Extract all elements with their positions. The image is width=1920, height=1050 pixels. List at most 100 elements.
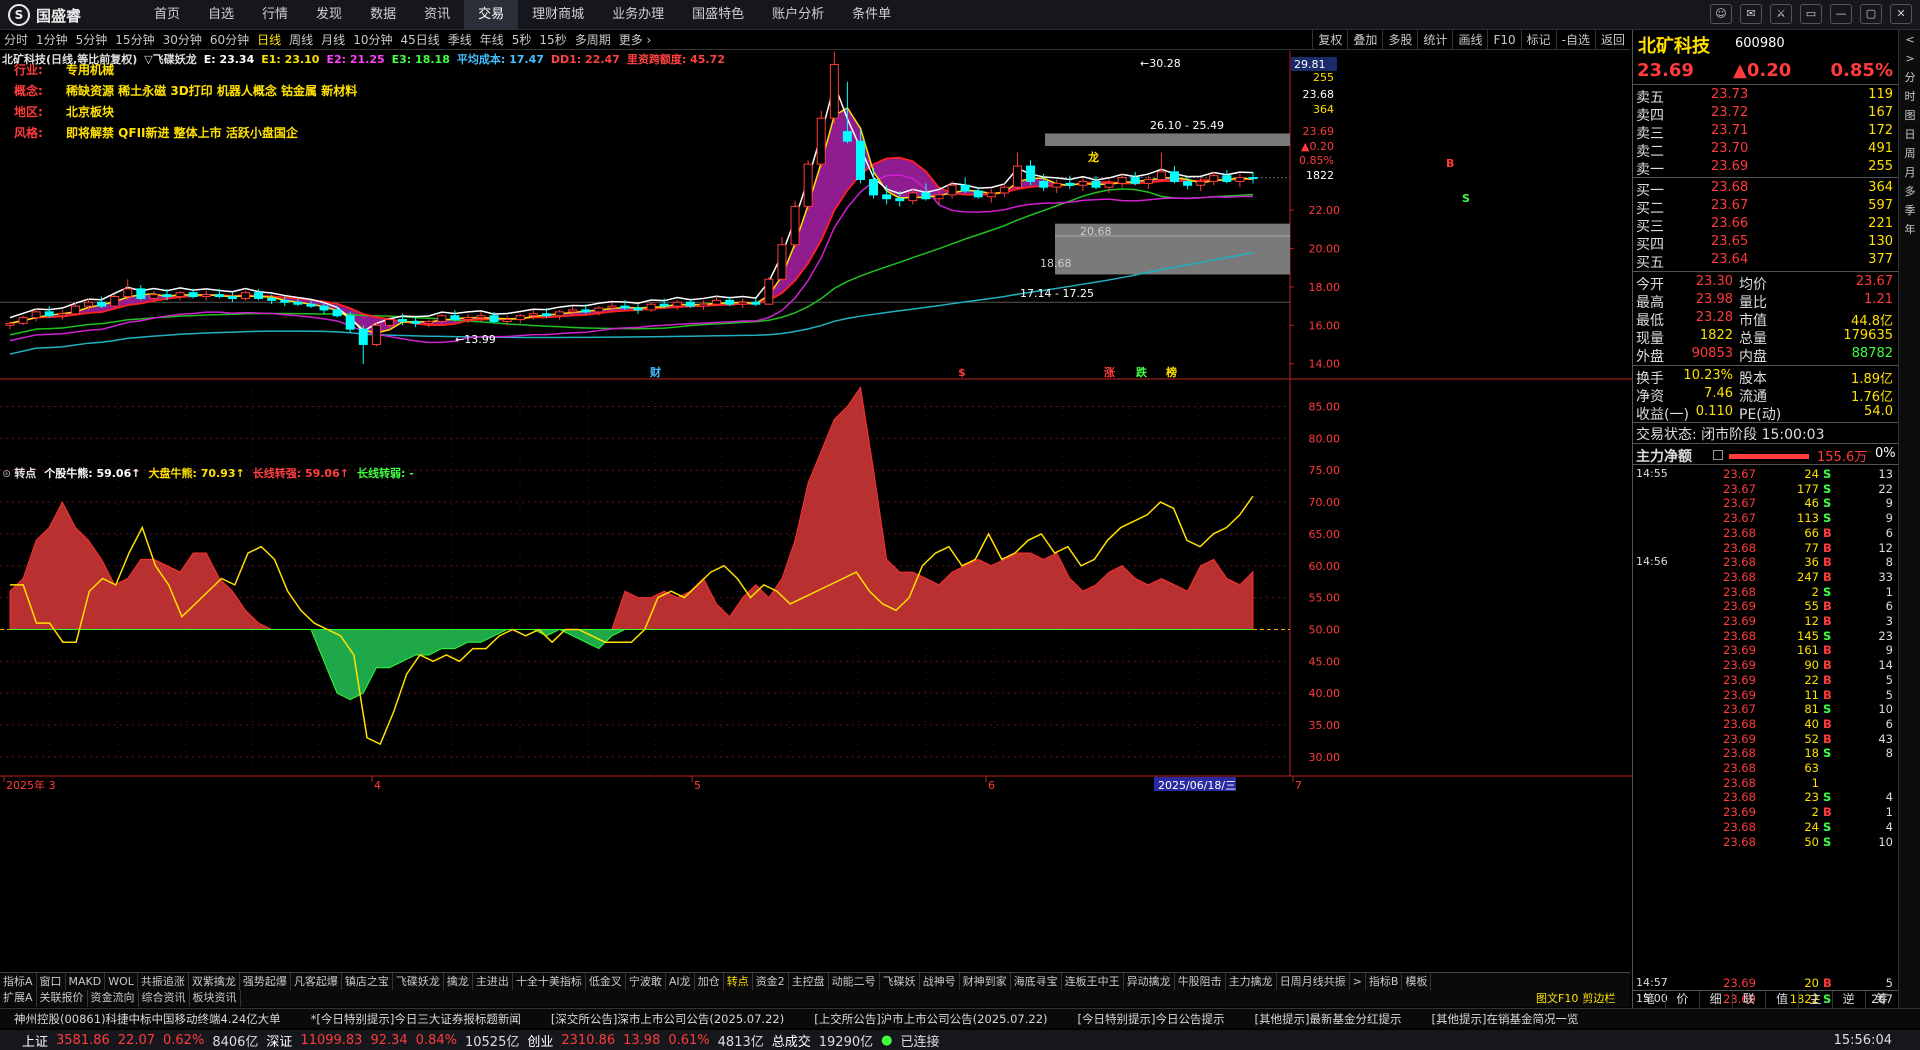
news-item[interactable]: [上交所公告]沪市上市公司公告(2025.07.22)	[814, 1011, 1047, 1027]
period-4[interactable]: 30分钟	[159, 31, 206, 48]
indicator-tab[interactable]: 窗口	[37, 973, 66, 990]
news-item[interactable]: [今日特别提示]今日公告提示	[1078, 1011, 1225, 1027]
tool-5[interactable]: F10	[1487, 30, 1520, 50]
indicator-tab[interactable]: 战神号	[920, 973, 960, 990]
nav-item-10[interactable]: 账户分析	[758, 0, 838, 30]
indicator-tab[interactable]: 低金叉	[586, 973, 626, 990]
trim-link[interactable]: 剪边栏	[1582, 990, 1615, 1006]
indicator-tab[interactable]: WOL	[105, 973, 138, 990]
period-14[interactable]: 15秒	[535, 31, 570, 48]
sidebar-item[interactable]: 月	[1899, 163, 1920, 182]
indicator-tab[interactable]: AI龙	[666, 973, 695, 990]
tools-icon[interactable]: ⚔	[1770, 4, 1792, 24]
sidebar-item[interactable]: <	[1899, 30, 1920, 49]
sidebar-item[interactable]: 日	[1899, 125, 1920, 144]
sidebar-item[interactable]: 年	[1899, 220, 1920, 239]
sidebar-item[interactable]: >	[1899, 49, 1920, 68]
nav-item-3[interactable]: 发现	[302, 0, 356, 30]
window-icon[interactable]: ▭	[1800, 4, 1822, 24]
news-item[interactable]: *[今日特别提示]今日三大证券报标题新闻	[311, 1011, 521, 1027]
indicator-tab[interactable]: 海底寻宝	[1011, 973, 1062, 990]
period-8[interactable]: 月线	[317, 31, 349, 48]
quote-tab[interactable]: 细	[1700, 991, 1733, 1008]
message-icon[interactable]: ✉	[1740, 4, 1762, 24]
period-10[interactable]: 45日线	[396, 31, 443, 48]
f10-link[interactable]: 图文F10	[1536, 990, 1578, 1006]
tool-8[interactable]: 返回	[1594, 30, 1630, 50]
news-item[interactable]: 神州控股(00861)科捷中标中国移动终端4.24亿大单	[14, 1011, 281, 1027]
sidebar-item[interactable]: 时	[1899, 87, 1920, 106]
indicator-tab[interactable]: 指标B	[1366, 973, 1403, 990]
tool-1[interactable]: 叠加	[1347, 30, 1382, 50]
period-9[interactable]: 10分钟	[349, 31, 396, 48]
indicator-tab[interactable]: 凡客起爆	[291, 973, 342, 990]
nav-item-0[interactable]: 首页	[140, 0, 194, 30]
period-2[interactable]: 5分钟	[72, 31, 112, 48]
indicator-tab[interactable]: 动能二号	[829, 973, 880, 990]
tool-2[interactable]: 多股	[1382, 30, 1417, 50]
sidebar-item[interactable]: 季	[1899, 201, 1920, 220]
period-11[interactable]: 季线	[444, 31, 476, 48]
news-item[interactable]: [其他提示]在销基金简况一览	[1431, 1011, 1578, 1027]
indicator-tab[interactable]: 主进出	[473, 973, 513, 990]
tool-3[interactable]: 统计	[1417, 30, 1452, 50]
indicator-tab[interactable]: 牛股阻击	[1175, 973, 1226, 990]
nav-item-4[interactable]: 数据	[356, 0, 410, 30]
indicator-tab[interactable]: 双紫擒龙	[189, 973, 240, 990]
quote-tab[interactable]: 主	[1799, 991, 1833, 1008]
indicator-tab[interactable]: 主控盘	[789, 973, 829, 990]
indicator-tab[interactable]: 异动擒龙	[1124, 973, 1175, 990]
nav-item-5[interactable]: 资讯	[410, 0, 464, 30]
indicator-tab[interactable]: >	[1350, 973, 1366, 990]
nav-item-11[interactable]: 条件单	[838, 0, 905, 30]
sidebar-item[interactable]: 分	[1899, 68, 1920, 87]
indicator-tab[interactable]: 共振追涨	[138, 973, 189, 990]
indicator-tab[interactable]: 转点	[724, 973, 753, 990]
quote-tab[interactable]: 价	[1666, 991, 1700, 1008]
news-item[interactable]: [其他提示]最新基金分红提示	[1254, 1011, 1401, 1027]
indicator-tab[interactable]: 强势起爆	[240, 973, 291, 990]
nav-item-2[interactable]: 行情	[248, 0, 302, 30]
quote-tab[interactable]: 值	[1766, 991, 1800, 1008]
indicator-settings-icon[interactable]: ⊙	[2, 467, 11, 480]
indicator-tab[interactable]: 宁波敢	[626, 973, 666, 990]
news-item[interactable]: [深交所公告]深市上市公司公告(2025.07.22)	[551, 1011, 784, 1027]
indicator-tab[interactable]: 指标A	[0, 973, 37, 990]
feedback-icon[interactable]: ☺	[1710, 4, 1732, 24]
mainflow-toggle-icon[interactable]	[1713, 450, 1723, 460]
indicator-tab[interactable]: 资金2	[753, 973, 789, 990]
quote-tab[interactable]: 笔	[1633, 991, 1667, 1008]
tool-4[interactable]: 画线	[1452, 30, 1487, 50]
period-3[interactable]: 15分钟	[111, 31, 158, 48]
indicator-tab[interactable]: 加仓	[695, 973, 724, 990]
minimize-icon[interactable]: —	[1830, 4, 1852, 24]
period-1[interactable]: 1分钟	[32, 31, 72, 48]
indicator-tab[interactable]: 日周月线共振	[1277, 973, 1350, 990]
period-6[interactable]: 日线	[253, 31, 285, 48]
indicator-tab[interactable]: 擒龙	[444, 973, 473, 990]
sidebar-item[interactable]: 多	[1899, 182, 1920, 201]
extension-tab[interactable]: 扩展A	[0, 990, 37, 1007]
nav-item-8[interactable]: 业务办理	[598, 0, 678, 30]
indicator-tab[interactable]: 飞碟妖龙	[393, 973, 444, 990]
indicator-tab[interactable]: 飞碟妖	[880, 973, 920, 990]
nav-item-6[interactable]: 交易	[464, 0, 519, 30]
tool-7[interactable]: -自选	[1555, 30, 1595, 50]
indicator-tab[interactable]: 模板	[1402, 973, 1432, 990]
period-13[interactable]: 5秒	[508, 31, 536, 48]
quote-tab[interactable]: 筹	[1866, 991, 1899, 1008]
indicator-tab[interactable]: 连板王中王	[1062, 973, 1124, 990]
indicator-tab[interactable]: 镇店之宝	[342, 973, 393, 990]
extension-tab[interactable]: 综合资讯	[139, 990, 190, 1007]
extension-tab[interactable]: 板块资讯	[190, 990, 241, 1007]
tool-0[interactable]: 复权	[1312, 30, 1347, 50]
extension-tab[interactable]: 资金流向	[88, 990, 139, 1007]
indicator-tab[interactable]: 十全十美指标	[513, 973, 586, 990]
sidebar-item[interactable]: 周	[1899, 144, 1920, 163]
period-15[interactable]: 多周期	[571, 31, 615, 48]
extension-tab[interactable]: 关联报价	[37, 990, 88, 1007]
period-0[interactable]: 分时	[0, 31, 32, 48]
period-16[interactable]: 更多 ›	[615, 31, 656, 48]
close-icon[interactable]: ✕	[1890, 4, 1912, 24]
quote-tab[interactable]: 逆	[1833, 991, 1866, 1008]
